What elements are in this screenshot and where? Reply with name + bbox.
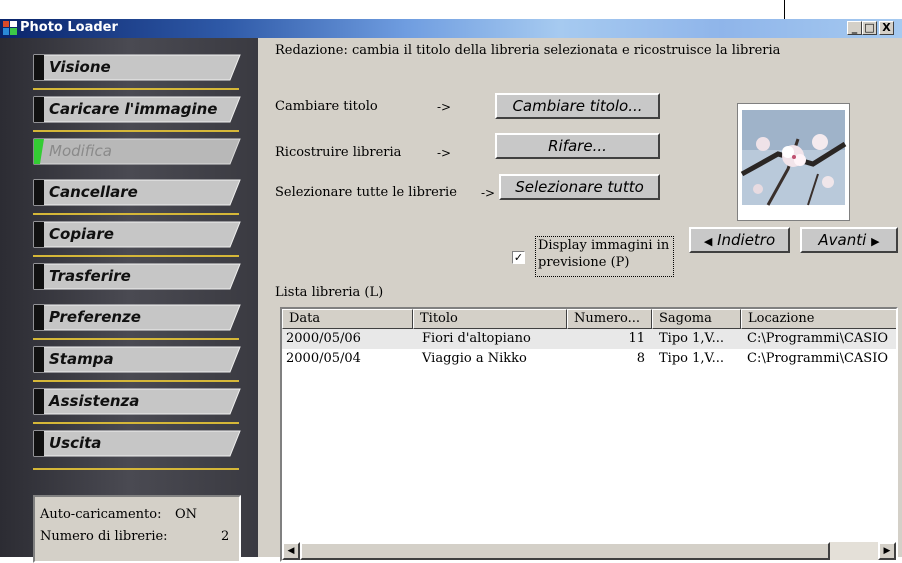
cherry-blossom-image [740, 110, 847, 206]
preview-thumbnail [737, 103, 850, 221]
autoload-value: ON [175, 507, 198, 522]
cell-count: 11 [628, 331, 645, 346]
nav-label: Assistenza [49, 392, 140, 410]
cell-date: 2000/05/04 [286, 351, 361, 366]
nav-label: Cancellare [49, 183, 138, 201]
table-row[interactable]: 2000/05/04 Viaggio a Nikko 8 Tipo 1,V...… [282, 349, 896, 369]
nav-label: Caricare l'immagine [49, 100, 218, 118]
horizontal-scrollbar[interactable]: ◀ ▶ [282, 542, 896, 560]
rename-arrow: -> [437, 100, 452, 114]
nav-divider [33, 213, 239, 215]
nav-divider [33, 130, 239, 132]
cell-count: 8 [636, 351, 645, 366]
library-count-label: Numero di librerie: [40, 529, 168, 544]
nav-uscita-button[interactable]: Uscita [31, 429, 241, 458]
cell-location: C:\Programmi\CASIO [747, 351, 889, 366]
preview-checkbox-label[interactable]: Display immagini in previsione (P) [535, 236, 674, 277]
nav-caricare-button[interactable]: Caricare l'immagine [31, 95, 241, 124]
maximize-button[interactable]: □ [862, 21, 877, 35]
nav-divider [33, 88, 239, 90]
scroll-thumb[interactable] [300, 542, 830, 560]
nav-label: Visione [49, 58, 111, 76]
select-all-button[interactable]: Selezionare tutto [499, 174, 660, 200]
forward-button[interactable]: Avanti ▶ [800, 227, 898, 253]
scroll-right-icon[interactable]: ▶ [878, 542, 896, 560]
cell-date: 2000/05/06 [286, 331, 361, 346]
rebuild-arrow: -> [437, 146, 452, 160]
back-arrow-icon: ◀ [703, 235, 713, 248]
library-list[interactable]: Data Titolo Numero... Sagoma Locazione 2… [280, 307, 898, 562]
status-panel: Auto-caricamento: ON Numero di librerie:… [33, 495, 241, 563]
cell-template: Tipo 1,V... [659, 351, 725, 366]
cell-location: C:\Programmi\CASIO [747, 331, 889, 346]
nav-preferenze-button[interactable]: Preferenze [31, 303, 241, 332]
sidebar: Visione Caricare l'immagine Modifica Can… [0, 38, 258, 563]
nav-divider [33, 380, 239, 382]
column-header-locazione[interactable]: Locazione [741, 309, 896, 329]
nav-label: Preferenze [49, 308, 141, 326]
column-header-sagoma[interactable]: Sagoma [652, 309, 741, 329]
cell-title: Fiori d'altopiano [422, 331, 531, 346]
back-button-label: Indietro [717, 231, 776, 249]
description-text: Redazione: cambia il titolo della librer… [275, 43, 781, 58]
autoload-label: Auto-caricamento: [40, 507, 162, 522]
nav-divider [33, 255, 239, 257]
rename-button[interactable]: Cambiare titolo... [495, 93, 660, 119]
select-all-arrow: -> [481, 186, 496, 200]
rename-label: Cambiare titolo [275, 99, 378, 114]
column-header-numero[interactable]: Numero... [567, 309, 652, 329]
rebuild-button[interactable]: Rifare... [495, 133, 660, 159]
select-all-label: Selezionare tutte le librerie [275, 185, 457, 200]
nav-label: Stampa [49, 350, 114, 368]
app-window: Photo Loader _ □ X Visione Caricare l'im… [0, 19, 902, 563]
nav-label: Trasferire [49, 267, 131, 285]
app-icon [3, 21, 17, 35]
cell-title: Viaggio a Nikko [422, 351, 527, 366]
nav-divider [33, 422, 239, 424]
nav-label: Copiare [49, 225, 114, 243]
nav-modifica-button[interactable]: Modifica [31, 137, 241, 166]
nav-assistenza-button[interactable]: Assistenza [31, 387, 241, 416]
rebuild-label: Ricostruire libreria [275, 145, 402, 160]
column-header-titolo[interactable]: Titolo [413, 309, 567, 329]
nav-trasferire-button[interactable]: Trasferire [31, 262, 241, 291]
library-list-label: Lista libreria (L) [275, 285, 384, 300]
preview-checkbox[interactable]: ✓ [512, 251, 525, 264]
back-button[interactable]: ◀ Indietro [689, 227, 790, 253]
checkmark-icon: ✓ [513, 251, 524, 264]
title-bar[interactable]: Photo Loader _ □ X [0, 19, 902, 38]
nav-cancellare-button[interactable]: Cancellare [31, 178, 241, 207]
minimize-button[interactable]: _ [847, 21, 862, 35]
scroll-left-icon[interactable]: ◀ [282, 542, 300, 560]
nav-divider [33, 338, 239, 340]
nav-divider [33, 468, 239, 470]
window-title: Photo Loader [20, 20, 118, 35]
nav-label: Uscita [49, 434, 102, 452]
cell-template: Tipo 1,V... [659, 331, 725, 346]
nav-visione-button[interactable]: Visione [31, 53, 241, 82]
nav-copiare-button[interactable]: Copiare [31, 220, 241, 249]
forward-button-label: Avanti [818, 231, 867, 249]
column-header-data[interactable]: Data [282, 309, 413, 329]
nav-label: Modifica [49, 142, 112, 160]
table-row[interactable]: 2000/05/06 Fiori d'altopiano 11 Tipo 1,V… [282, 329, 896, 349]
close-button[interactable]: X [879, 21, 894, 35]
forward-arrow-icon: ▶ [871, 235, 880, 248]
library-count-value: 2 [221, 529, 230, 544]
nav-stampa-button[interactable]: Stampa [31, 345, 241, 374]
